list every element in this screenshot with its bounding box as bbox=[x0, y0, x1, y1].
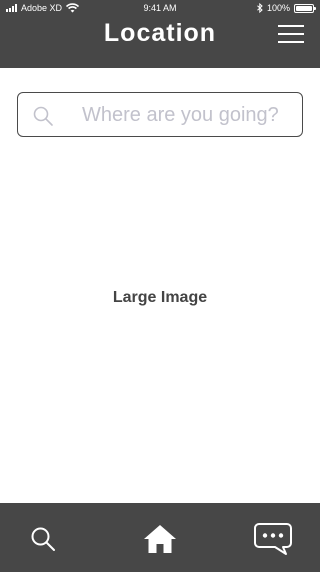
tab-home[interactable] bbox=[138, 517, 182, 561]
bluetooth-icon bbox=[257, 3, 263, 13]
battery-icon bbox=[294, 3, 316, 13]
battery-percent: 100% bbox=[266, 3, 290, 13]
tab-chat[interactable] bbox=[251, 517, 295, 561]
app-header: Adobe XD 9:41 AM 100% Location bbox=[0, 0, 320, 68]
search-box[interactable] bbox=[17, 92, 303, 137]
tab-bar bbox=[0, 503, 320, 572]
chat-icon bbox=[254, 523, 292, 555]
large-image-label: Large Image bbox=[112, 289, 208, 306]
page-title: Location bbox=[103, 19, 217, 47]
search-input[interactable] bbox=[82, 99, 300, 131]
large-image: Large Image bbox=[0, 150, 320, 446]
status-bar: Adobe XD 9:41 AM 100% bbox=[0, 0, 320, 18]
tab-search[interactable] bbox=[21, 517, 65, 561]
status-right: 100% bbox=[257, 3, 316, 13]
search-icon bbox=[31, 527, 55, 551]
hamburger-menu-icon[interactable] bbox=[278, 24, 304, 44]
search-icon bbox=[33, 106, 53, 126]
battery-fill bbox=[296, 5, 312, 11]
home-icon bbox=[144, 525, 176, 553]
